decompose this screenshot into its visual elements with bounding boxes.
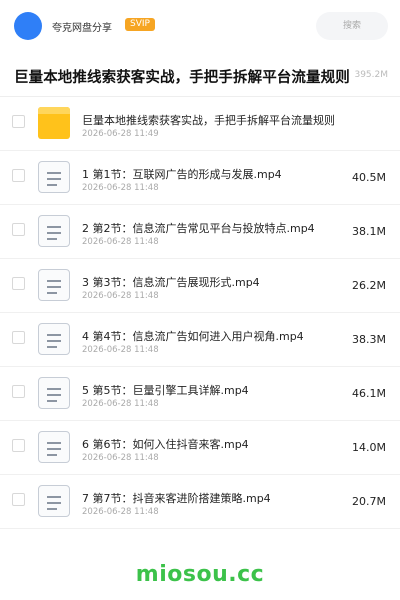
file-size: 20.7M: [352, 495, 386, 508]
file-size: 38.1M: [352, 225, 386, 238]
checkbox[interactable]: [12, 277, 25, 290]
file-icon: [38, 269, 70, 301]
file-date: 2026-06-28 11:48: [82, 345, 159, 355]
list-item[interactable]: 7 第7节：抖音来客进阶搭建策略.mp4 2026-06-28 11:48 20…: [0, 475, 400, 529]
checkbox[interactable]: [12, 169, 25, 182]
file-list: 巨量本地推线索获客实战，手把手拆解平台流量规则 2026-06-28 11:49…: [0, 97, 400, 529]
total-size: 395.2M: [354, 70, 388, 80]
list-item[interactable]: 3 第3节：信息流广告展现形式.mp4 2026-06-28 11:48 26.…: [0, 259, 400, 313]
checkbox[interactable]: [12, 115, 25, 128]
file-size: 26.2M: [352, 279, 386, 292]
file-name: 2 第2节：信息流广告常见平台与投放特点.mp4: [82, 222, 315, 235]
file-date: 2026-06-28 11:48: [82, 453, 159, 463]
file-name: 6 第6节：如何入住抖音来客.mp4: [82, 438, 249, 451]
file-name: 4 第4节：信息流广告如何进入用户视角.mp4: [82, 330, 304, 343]
share-name: 夸克网盘分享: [52, 23, 112, 34]
list-item[interactable]: 2 第2节：信息流广告常见平台与投放特点.mp4 2026-06-28 11:4…: [0, 205, 400, 259]
file-size: 38.3M: [352, 333, 386, 346]
file-icon: [38, 377, 70, 409]
file-icon: [38, 485, 70, 517]
file-name: 3 第3节：信息流广告展现形式.mp4: [82, 276, 260, 289]
file-date: 2026-06-28 11:48: [82, 183, 159, 193]
checkbox[interactable]: [12, 493, 25, 506]
svip-badge: SVIP: [125, 18, 155, 31]
file-name: 7 第7节：抖音来客进阶搭建策略.mp4: [82, 492, 271, 505]
file-icon: [38, 215, 70, 247]
header: 夸克网盘分享 SVIP: [0, 0, 400, 52]
page-title: 巨量本地推线索获客实战，手把手拆解平台流量规则: [14, 70, 350, 86]
file-size: 46.1M: [352, 387, 386, 400]
file-date: 2026-06-28 11:48: [82, 399, 159, 409]
file-date: 2026-06-28 11:49: [82, 129, 159, 139]
checkbox[interactable]: [12, 385, 25, 398]
checkbox[interactable]: [12, 223, 25, 236]
title-row: 巨量本地推线索获客实战，手把手拆解平台流量规则 395.2M: [0, 60, 400, 92]
list-item[interactable]: 5 第5节：巨量引擎工具详解.mp4 2026-06-28 11:48 46.1…: [0, 367, 400, 421]
file-name: 5 第5节：巨量引擎工具详解.mp4: [82, 384, 249, 397]
watermark: miosou.cc: [135, 562, 265, 587]
file-icon: [38, 323, 70, 355]
file-size: 14.0M: [352, 441, 386, 454]
avatar[interactable]: [14, 12, 42, 40]
file-name: 1 第1节：互联网广告的形成与发展.mp4: [82, 168, 282, 181]
list-item[interactable]: 6 第6节：如何入住抖音来客.mp4 2026-06-28 11:48 14.0…: [0, 421, 400, 475]
folder-icon: [38, 107, 70, 139]
checkbox[interactable]: [12, 439, 25, 452]
file-icon: [38, 161, 70, 193]
list-item[interactable]: 4 第4节：信息流广告如何进入用户视角.mp4 2026-06-28 11:48…: [0, 313, 400, 367]
file-name: 巨量本地推线索获客实战，手把手拆解平台流量规则: [82, 114, 335, 127]
file-icon: [38, 431, 70, 463]
list-item[interactable]: 巨量本地推线索获客实战，手把手拆解平台流量规则 2026-06-28 11:49: [0, 97, 400, 151]
checkbox[interactable]: [12, 331, 25, 344]
file-date: 2026-06-28 11:48: [82, 237, 159, 247]
search-input[interactable]: [316, 12, 388, 40]
list-item[interactable]: 1 第1节：互联网广告的形成与发展.mp4 2026-06-28 11:48 4…: [0, 151, 400, 205]
file-date: 2026-06-28 11:48: [82, 291, 159, 301]
file-date: 2026-06-28 11:48: [82, 507, 159, 517]
file-size: 40.5M: [352, 171, 386, 184]
